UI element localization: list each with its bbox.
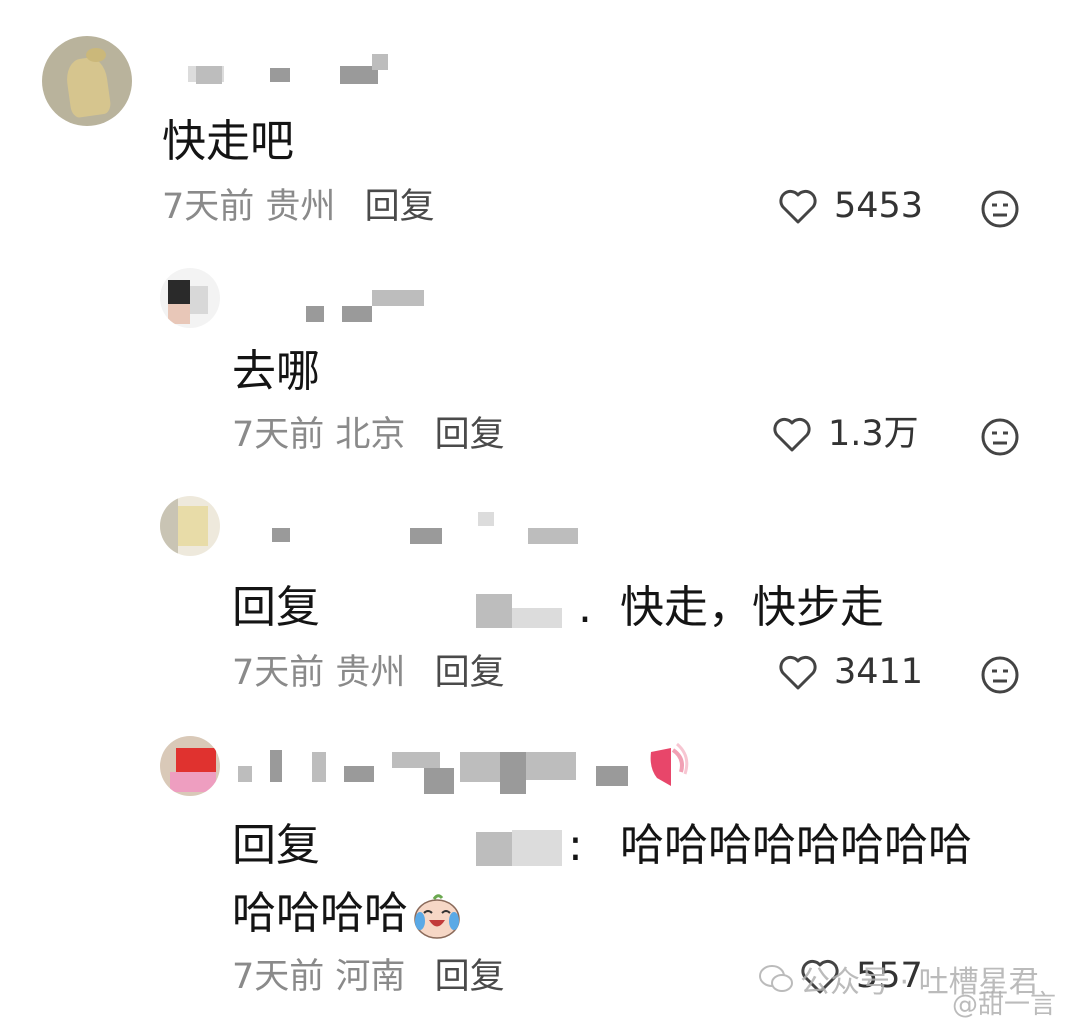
reply-separator: : — [568, 820, 583, 871]
reply-prefix: 回复 — [232, 820, 320, 871]
heart-outline-icon — [779, 189, 817, 224]
comment-text-4: 回复 — [232, 824, 320, 868]
reply-separator: . — [578, 582, 592, 633]
dislike-face-icon[interactable] — [980, 189, 1020, 229]
like-count: 3411 — [834, 651, 924, 692]
crying-laugh-emoji — [414, 894, 460, 939]
heart-outline-icon — [779, 655, 817, 690]
reply-button[interactable]: 回复 — [435, 415, 505, 455]
comment-location: 河南 — [335, 957, 406, 997]
dislike-face-icon[interactable] — [980, 655, 1020, 695]
comment-time: 7天前 — [232, 653, 325, 693]
comment-time: 7天前 — [162, 187, 255, 227]
comment-text-4-line2-wrap: 哈哈哈哈 — [232, 892, 462, 939]
comment-location: 贵州 — [265, 187, 336, 227]
comment-location: 贵州 — [335, 653, 406, 693]
comment-text-1: 快走吧 — [162, 116, 294, 167]
avatar-commenter-2[interactable] — [160, 268, 220, 328]
comment-meta-2: 7天前 北京 回复 — [232, 418, 505, 453]
comment-meta-3: 7天前 贵州 回复 — [232, 656, 505, 691]
heart-outline-icon — [773, 417, 811, 452]
pink-heart-icon — [650, 742, 689, 786]
watermark-handle: @甜一言 — [952, 990, 1057, 1020]
like-button-1[interactable]: 5453 — [778, 188, 923, 224]
avatar-commenter-4[interactable] — [160, 736, 220, 796]
avatar-commenter-3[interactable] — [160, 496, 220, 556]
comment-text-4-line1: 哈哈哈哈哈哈哈哈 — [620, 820, 972, 871]
reply-button[interactable]: 回复 — [435, 957, 505, 997]
comment-location: 北京 — [335, 415, 406, 455]
reply-button[interactable]: 回复 — [365, 187, 435, 227]
like-button-3[interactable]: 3411 — [778, 654, 923, 690]
reply-button[interactable]: 回复 — [435, 653, 505, 693]
reply-prefix: 回复 — [232, 582, 320, 633]
like-count: 1.3万 — [828, 413, 919, 454]
avatar-commenter-1[interactable] — [42, 36, 132, 126]
wechat-icon — [759, 965, 793, 992]
comment-text-2: 去哪 — [232, 346, 320, 397]
comment-text-3: 回复 — [232, 586, 320, 630]
comment-time: 7天前 — [232, 957, 325, 997]
like-count: 5453 — [834, 185, 924, 226]
comment-meta-4: 7天前 河南 回复 — [232, 960, 505, 995]
comment-text-3-body: 快走，快步走 — [620, 582, 884, 633]
comment-text-4-line2: 哈哈哈哈 — [232, 888, 408, 939]
comment-meta-1: 7天前 贵州 回复 — [162, 190, 435, 225]
comment-time: 7天前 — [232, 415, 325, 455]
dislike-face-icon[interactable] — [980, 417, 1020, 457]
like-button-2[interactable]: 1.3万 — [772, 416, 919, 452]
